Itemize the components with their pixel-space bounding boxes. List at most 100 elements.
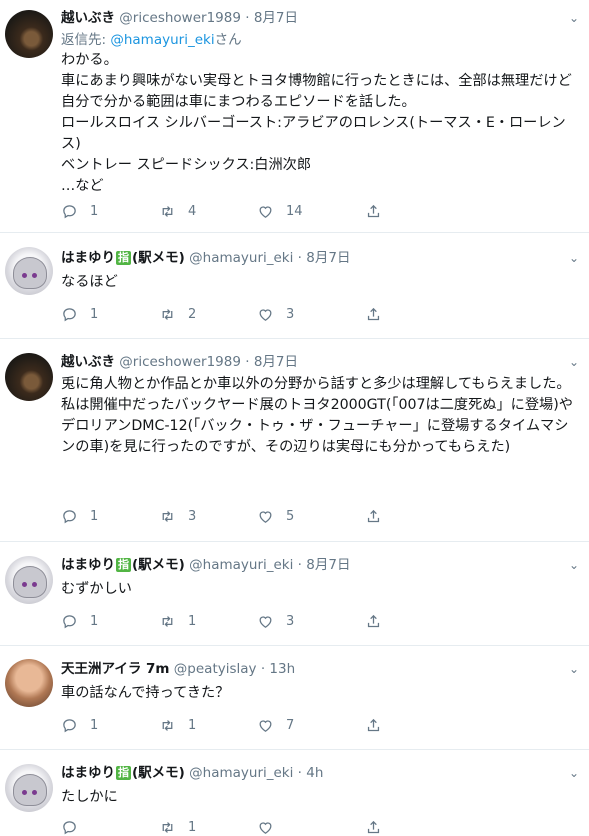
reply-count: 1 xyxy=(90,306,99,322)
reply-to-handle[interactable]: @hamayuri_eki xyxy=(110,32,214,48)
like-button[interactable]: 5 xyxy=(257,508,365,525)
badge: 指 xyxy=(116,766,131,780)
handle[interactable]: @hamayuri_eki xyxy=(189,557,293,573)
display-name[interactable]: はまゆり xyxy=(61,250,115,266)
avatar[interactable] xyxy=(5,764,53,812)
timestamp[interactable]: 4h xyxy=(306,765,323,781)
chevron-down-icon[interactable]: ⌄ xyxy=(569,11,579,25)
chevron-down-icon[interactable]: ⌄ xyxy=(569,766,579,780)
share-icon xyxy=(367,509,380,522)
tweet[interactable]: 越いぶき @riceshower1989 · 8月7日 返信先: @hamayu… xyxy=(0,0,589,233)
reply-button[interactable] xyxy=(61,819,159,836)
reply-button[interactable]: 1 xyxy=(61,717,159,734)
reply-icon xyxy=(63,307,76,321)
display-name[interactable]: はまゆり xyxy=(61,557,115,573)
handle[interactable]: @riceshower1989 xyxy=(119,10,241,26)
avatar-hair xyxy=(13,257,47,289)
tweet[interactable]: はまゆり指 (駅メモ) @hamayuri_eki · 8月7日 なるほど ⌄ 1… xyxy=(0,233,589,339)
badge: 指 xyxy=(116,558,131,572)
avatar-hair xyxy=(13,774,47,806)
timestamp[interactable]: 13h xyxy=(269,661,295,677)
avatar-eye xyxy=(22,790,27,795)
tweet-header: 天王洲アイラ 7m @peatyislay · 13h xyxy=(61,660,577,678)
retweet-button[interactable]: 1 xyxy=(159,717,257,734)
tweet-text: たしかに xyxy=(61,789,118,805)
handle[interactable]: @hamayuri_eki xyxy=(189,250,293,266)
reply-icon xyxy=(63,614,76,628)
chevron-down-icon[interactable]: ⌄ xyxy=(569,558,579,572)
avatar[interactable] xyxy=(5,10,53,58)
timestamp[interactable]: 8月7日 xyxy=(254,10,298,26)
retweet-count: 1 xyxy=(188,717,197,733)
retweet-count: 3 xyxy=(188,508,197,524)
like-button[interactable]: 14 xyxy=(257,203,365,220)
display-name[interactable]: はまゆり xyxy=(61,765,115,781)
display-name[interactable]: 天王洲アイラ 7m xyxy=(61,661,170,677)
share-button[interactable] xyxy=(365,717,382,734)
retweet-button[interactable]: 2 xyxy=(159,306,257,323)
display-name[interactable]: 越いぶき xyxy=(61,10,115,26)
reply-icon xyxy=(63,509,76,523)
heart-icon xyxy=(259,821,272,834)
avatar[interactable] xyxy=(5,353,53,401)
share-button[interactable] xyxy=(365,306,382,323)
tweet[interactable]: はまゆり指 (駅メモ) @hamayuri_eki · 4h たしかに ⌄ 1 xyxy=(0,750,589,835)
chevron-down-icon[interactable]: ⌄ xyxy=(569,662,579,676)
reply-to-suffix: さん xyxy=(214,32,242,48)
reply-button[interactable]: 1 xyxy=(61,508,159,525)
like-count: 7 xyxy=(286,717,295,733)
retweet-count: 2 xyxy=(188,306,197,322)
chevron-down-icon[interactable]: ⌄ xyxy=(569,355,579,369)
chevron-down-icon[interactable]: ⌄ xyxy=(569,251,579,265)
timestamp[interactable]: 8月7日 xyxy=(306,250,350,266)
timestamp[interactable]: 8月7日 xyxy=(254,354,298,370)
avatar[interactable] xyxy=(5,247,53,295)
tweet[interactable]: 越いぶき @riceshower1989 · 8月7日 兎に角人物とか作品とか車… xyxy=(0,339,589,542)
reply-count: 1 xyxy=(90,508,99,524)
like-button[interactable] xyxy=(257,819,365,836)
display-name-suffix[interactable]: (駅メモ) xyxy=(132,557,185,573)
retweet-button[interactable]: 3 xyxy=(159,508,257,525)
share-icon xyxy=(367,820,380,833)
handle[interactable]: @peatyislay xyxy=(174,661,257,677)
avatar-eye xyxy=(32,582,37,587)
retweet-button[interactable]: 1 xyxy=(159,819,257,836)
timestamp[interactable]: 8月7日 xyxy=(306,557,350,573)
display-name-suffix[interactable]: (駅メモ) xyxy=(132,765,185,781)
tweet[interactable]: はまゆり指 (駅メモ) @hamayuri_eki · 8月7日 むずかしい ⌄ … xyxy=(0,542,589,646)
display-name-suffix[interactable]: (駅メモ) xyxy=(132,250,185,266)
separator-dot: · xyxy=(245,354,250,370)
reply-button[interactable]: 1 xyxy=(61,613,159,630)
like-button[interactable]: 7 xyxy=(257,717,365,734)
share-button[interactable] xyxy=(365,203,382,220)
share-button[interactable] xyxy=(365,819,382,836)
retweet-icon xyxy=(162,205,173,217)
handle[interactable]: @riceshower1989 xyxy=(119,354,241,370)
like-button[interactable]: 3 xyxy=(257,306,365,323)
avatar[interactable] xyxy=(5,556,53,604)
like-count: 14 xyxy=(286,203,303,219)
display-name[interactable]: 越いぶき xyxy=(61,354,115,370)
avatar[interactable] xyxy=(5,659,53,707)
badge: 指 xyxy=(116,251,131,265)
share-button[interactable] xyxy=(365,613,382,630)
share-icon xyxy=(367,204,380,217)
like-button[interactable]: 3 xyxy=(257,613,365,630)
retweet-button[interactable]: 1 xyxy=(159,613,257,630)
share-icon xyxy=(367,614,380,627)
handle[interactable]: @hamayuri_eki xyxy=(189,765,293,781)
separator-dot: · xyxy=(297,765,302,781)
share-button[interactable] xyxy=(365,508,382,525)
avatar-eye xyxy=(22,273,27,278)
reply-icon xyxy=(63,718,76,732)
reply-count: 1 xyxy=(90,613,99,629)
retweet-button[interactable]: 4 xyxy=(159,203,257,220)
reply-count: 1 xyxy=(90,717,99,733)
reply-button[interactable]: 1 xyxy=(61,203,159,220)
tweet[interactable]: 天王洲アイラ 7m @peatyislay · 13h 車の話なんで持ってきた？… xyxy=(0,646,589,750)
reply-button[interactable]: 1 xyxy=(61,306,159,323)
separator-dot: · xyxy=(245,10,250,26)
avatar-eye xyxy=(32,790,37,795)
separator-dot: · xyxy=(260,661,266,677)
reply-to-prefix: 返信先: xyxy=(61,32,111,48)
